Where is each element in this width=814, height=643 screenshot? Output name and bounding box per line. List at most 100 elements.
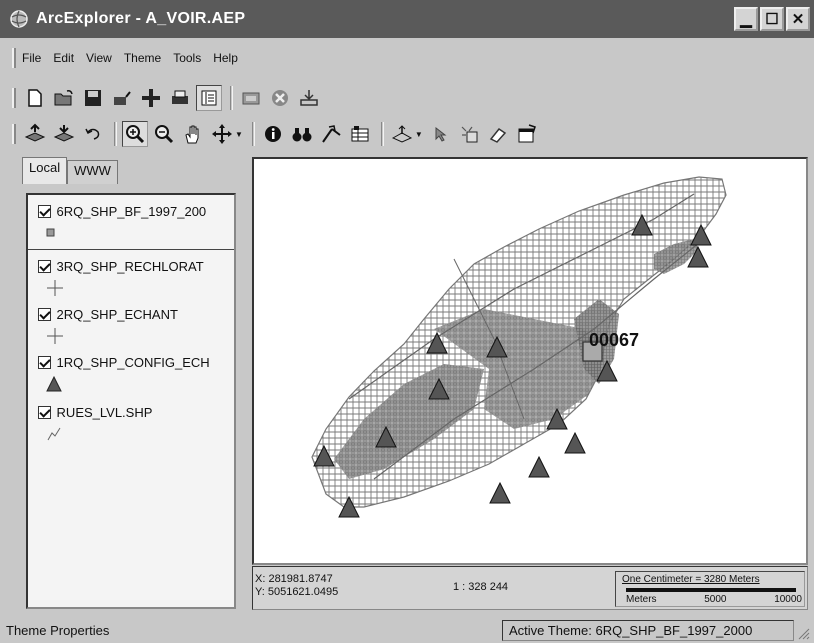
close-button[interactable]: ✕ [786,7,810,31]
y-coordinate: Y: 5051621.0495 [255,586,339,598]
menubar-grip[interactable] [12,48,16,68]
map-canvas[interactable]: 00067 [254,159,806,563]
title-bar: ArcExplorer - A_VOIR.AEP ▁ ☐ ✕ [0,0,814,38]
toolbar-separator [380,122,384,146]
sample-point[interactable] [564,431,586,454]
x-coordinate: X: 281981.8747 [255,573,333,585]
open-catalog-button[interactable] [109,85,135,111]
layer-name: 6RQ_SHP_BF_1997_200 [56,203,207,219]
chevron-down-icon[interactable]: ▼ [415,130,423,139]
menu-edit[interactable]: Edit [53,51,74,65]
identify-button[interactable] [260,121,286,147]
cross-symbol-icon [47,280,63,296]
legend-symbol [38,424,234,444]
legend-symbol [38,326,234,346]
globe-icon[interactable] [8,8,30,30]
database-button[interactable] [238,85,264,111]
select-button[interactable] [427,121,453,147]
sample-point[interactable] [489,481,511,504]
find-button[interactable] [289,121,315,147]
open-button[interactable] [51,85,77,111]
query-button[interactable] [389,121,415,147]
menu-theme[interactable]: Theme [124,51,161,65]
layer-visibility-checkbox[interactable] [38,307,51,321]
undo-button[interactable] [80,121,106,147]
zoom-in-icon [126,125,145,144]
layer-visibility-checkbox[interactable] [38,204,51,218]
scale-bar-graphic [626,588,796,592]
new-button[interactable] [22,85,48,111]
triangle-symbol-icon [46,376,62,392]
legend-symbol [38,374,234,394]
export-button[interactable] [296,85,322,111]
layer-visibility-checkbox[interactable] [38,355,51,369]
menu-view[interactable]: View [86,51,112,65]
coordinate-readout: X: 281981.8747 Y: 5051621.0495 [255,573,338,599]
layer-down-button[interactable] [51,121,77,147]
find-icon [292,128,312,142]
toolbar-grip[interactable] [12,124,16,144]
tab-local[interactable]: Local [22,157,68,184]
layer-name: 2RQ_SHP_ECHANT [56,306,178,322]
add-theme-button[interactable] [138,85,164,111]
layer-visibility-checkbox[interactable] [38,259,51,273]
attribute-table-icon [351,126,369,142]
toolbar-separator [114,122,117,146]
zoom-in-button[interactable] [122,121,148,147]
select-features-button[interactable] [456,121,482,147]
menu-file[interactable]: File [22,51,41,65]
scale-tick: 5000 [704,594,727,605]
line-symbol-icon [47,427,61,441]
cross-symbol-icon [47,328,63,344]
properties-icon [518,124,536,143]
maximize-button[interactable]: ☐ [760,7,784,31]
minimize-button[interactable]: ▁ [734,7,758,31]
minimize-icon: ▁ [740,11,752,28]
clear-icon [489,127,506,143]
zoom-out-button[interactable] [151,121,177,147]
toolbar-grip[interactable] [12,88,16,108]
menu-tools[interactable]: Tools [173,51,201,65]
save-icon [85,90,101,106]
toolbar-separator [251,122,255,146]
measure-button[interactable] [318,121,344,147]
pan-hand-icon [185,125,199,144]
pan-button[interactable] [180,121,206,147]
scale-bar-label: One Centimeter = 3280 Meters [622,574,760,585]
layer-item[interactable]: RUES_LVL.SHP [28,394,234,444]
scale-bar: One Centimeter = 3280 Meters Meters 5000… [615,571,805,607]
status-message: Theme Properties [6,623,110,638]
square-symbol-icon [46,228,55,237]
attribute-table-button[interactable] [347,121,373,147]
layer-item[interactable]: 3RQ_SHP_RECHLORAT [28,250,234,298]
layer-down-icon [53,125,75,142]
remove-button[interactable] [267,85,293,111]
select-icon [435,126,447,142]
save-button[interactable] [80,85,106,111]
menu-help[interactable]: Help [213,51,238,65]
layer-item[interactable]: 6RQ_SHP_BF_1997_200 [28,195,234,250]
print-button[interactable] [167,85,193,111]
layer-item[interactable]: 1RQ_SHP_CONFIG_ECH [28,346,234,394]
scale-tick: 10000 [774,594,802,605]
toolbar-separator [230,86,233,110]
table-of-contents: Local WWW 6RQ_SHP_BF_1997_200 3RQ_SHP_RE… [0,157,248,617]
properties-button[interactable] [514,121,540,147]
move-button[interactable] [209,121,235,147]
move-icon [212,124,232,144]
sample-point[interactable] [528,455,550,478]
tab-www[interactable]: WWW [67,160,118,184]
layer-visibility-checkbox[interactable] [38,405,51,419]
zoom-out-icon [155,125,174,144]
open-catalog-icon [114,91,131,105]
clear-button[interactable] [485,121,511,147]
resize-grip-icon[interactable] [796,626,810,640]
map-view[interactable]: 00067 [252,157,808,565]
toc-toggle-button[interactable] [196,85,222,111]
feature-label: 00067 [589,330,639,350]
remove-icon [272,90,288,106]
layer-item[interactable]: 2RQ_SHP_ECHANT [28,298,234,346]
layer-up-button[interactable] [22,121,48,147]
legend-symbol [38,223,234,243]
chevron-down-icon[interactable]: ▼ [235,130,243,139]
